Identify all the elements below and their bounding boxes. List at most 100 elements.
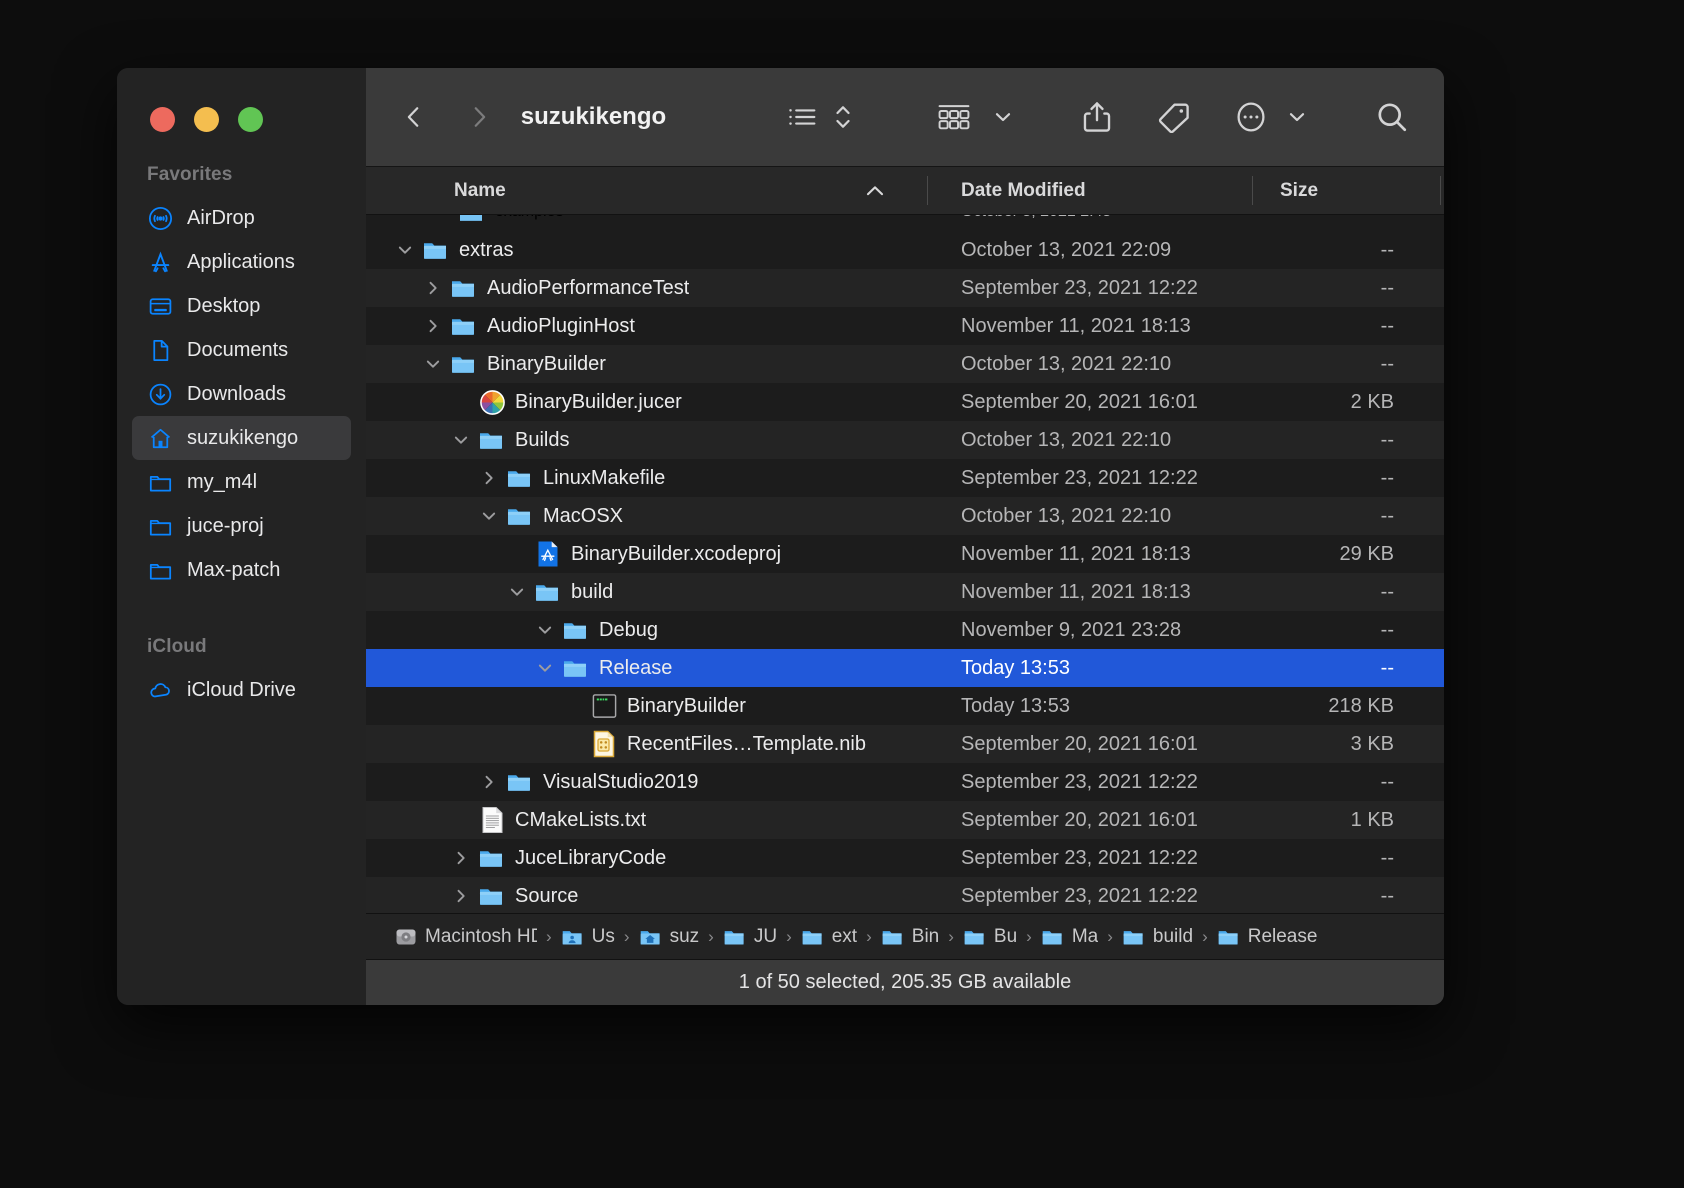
breadcrumb-item[interactable]: ext — [801, 925, 857, 949]
breadcrumb[interactable]: Macintosh HD › Us › suz › JU › ext › Bin… — [366, 913, 1444, 959]
file-date-modified: September 20, 2021 16:01 — [961, 732, 1198, 755]
breadcrumb-item[interactable]: build — [1122, 925, 1193, 949]
table-row[interactable]: BinaryBuilder Today 13:53 218 KB — [366, 687, 1444, 725]
breadcrumb-label: Macintosh HD — [425, 925, 537, 947]
sidebar-item-label: suzukikengo — [187, 426, 299, 449]
file-size: -- — [1380, 352, 1394, 375]
forward-button[interactable] — [459, 95, 498, 139]
table-row[interactable]: CMakeLists.txt September 20, 2021 16:01 … — [366, 801, 1444, 839]
breadcrumb-label: Bin — [911, 925, 940, 947]
back-button[interactable] — [394, 95, 433, 139]
table-row[interactable]: AudioPluginHost November 11, 2021 18:13 … — [366, 307, 1444, 345]
breadcrumb-item[interactable]: Bu — [963, 925, 1017, 949]
table-row-clipped[interactable]: examples October 5, 2021 2:45 — [366, 215, 1444, 231]
breadcrumb-item[interactable]: suz — [639, 925, 699, 949]
table-row[interactable]: Debug November 9, 2021 23:28 -- — [366, 611, 1444, 649]
disclosure-triangle-expanded-icon[interactable] — [504, 583, 530, 601]
breadcrumb-item[interactable]: Bin — [881, 925, 939, 949]
group-chevron-down-icon[interactable] — [988, 94, 1018, 140]
disclosure-triangle-collapsed-icon[interactable] — [420, 317, 446, 335]
finder-window: Favorites AirDrop Applications Desktop D… — [117, 68, 1444, 1005]
breadcrumb-item[interactable]: Us — [561, 925, 615, 949]
sidebar-item-desktop[interactable]: Desktop — [132, 284, 351, 328]
more-button[interactable] — [1230, 94, 1272, 140]
sidebar-item-downloads[interactable]: Downloads — [132, 372, 351, 416]
folder-icon — [1041, 925, 1065, 949]
share-button[interactable] — [1076, 94, 1118, 140]
sidebar-item-juce-proj[interactable]: juce-proj — [132, 504, 351, 548]
table-row[interactable]: extras October 13, 2021 22:09 -- — [366, 231, 1444, 269]
xcodeproj-icon — [534, 540, 562, 568]
disclosure-triangle-expanded-icon[interactable] — [532, 659, 558, 677]
column-header-date-modified[interactable]: Date Modified — [927, 167, 1252, 214]
column-header-size[interactable]: Size — [1252, 167, 1440, 214]
table-row[interactable]: BinaryBuilder.xcodeproj November 11, 202… — [366, 535, 1444, 573]
cell-name: MacOSX — [366, 502, 927, 530]
disclosure-triangle-expanded-icon[interactable] — [420, 355, 446, 373]
group-by-button[interactable] — [930, 94, 978, 140]
search-button[interactable] — [1370, 94, 1414, 140]
file-size: -- — [1380, 314, 1394, 337]
cell-name: Builds — [366, 426, 927, 454]
disclosure-triangle-collapsed-icon[interactable] — [448, 849, 474, 867]
breadcrumb-item[interactable]: Release — [1217, 925, 1317, 949]
more-chevron-down-icon[interactable] — [1282, 94, 1312, 140]
breadcrumb-item[interactable]: Ma — [1041, 925, 1098, 949]
maximize-window-button[interactable] — [238, 107, 263, 132]
column-header-name[interactable]: Name — [366, 167, 927, 214]
sidebar-item-airdrop[interactable]: AirDrop — [132, 196, 351, 240]
cell-name: Source — [366, 882, 927, 910]
table-row[interactable]: AudioPerformanceTest September 23, 2021 … — [366, 269, 1444, 307]
list-view-button[interactable] — [781, 94, 825, 140]
cell-name: Debug — [366, 616, 927, 644]
minimize-window-button[interactable] — [194, 107, 219, 132]
file-name: Debug — [599, 618, 658, 641]
file-size: -- — [1380, 504, 1394, 527]
disclosure-triangle-expanded-icon[interactable] — [476, 507, 502, 525]
file-size: -- — [1380, 428, 1394, 451]
table-row[interactable]: BinaryBuilder October 13, 2021 22:10 -- — [366, 345, 1444, 383]
sidebar-item-my-m4l[interactable]: my_m4l — [132, 460, 351, 504]
disclosure-triangle-collapsed-icon[interactable] — [420, 279, 446, 297]
sidebar-item-max-patch[interactable]: Max-patch — [132, 548, 351, 592]
table-row[interactable]: LinuxMakefile September 23, 2021 12:22 -… — [366, 459, 1444, 497]
harddisk-icon — [394, 925, 418, 949]
close-window-button[interactable] — [150, 107, 175, 132]
cell-name: Release — [366, 654, 927, 682]
sort-button[interactable] — [829, 94, 857, 140]
sidebar-item-applications[interactable]: Applications — [132, 240, 351, 284]
breadcrumb-item[interactable]: JU — [723, 925, 777, 949]
sidebar-item-suzukikengo[interactable]: suzukikengo — [132, 416, 351, 460]
folder-icon — [478, 882, 506, 910]
column-header-kind[interactable] — [1440, 167, 1444, 214]
folder-icon — [450, 274, 478, 302]
disclosure-triangle-expanded-icon[interactable] — [448, 431, 474, 449]
file-list[interactable]: examples October 5, 2021 2:45 extras Oct… — [366, 215, 1444, 913]
sidebar-item-icloud-drive[interactable]: iCloud Drive — [132, 668, 351, 712]
table-row[interactable]: BinaryBuilder.jucer September 20, 2021 1… — [366, 383, 1444, 421]
table-row[interactable]: MacOSX October 13, 2021 22:10 -- — [366, 497, 1444, 535]
disclosure-triangle-collapsed-icon[interactable] — [476, 469, 502, 487]
table-row[interactable]: Builds October 13, 2021 22:10 -- — [366, 421, 1444, 459]
table-row[interactable]: build November 11, 2021 18:13 -- — [366, 573, 1444, 611]
breadcrumb-item[interactable]: Macintosh HD — [394, 925, 537, 949]
table-row[interactable]: JuceLibraryCode September 23, 2021 12:22… — [366, 839, 1444, 877]
nib-icon — [590, 730, 618, 758]
table-row[interactable]: Source September 23, 2021 12:22 -- — [366, 877, 1444, 913]
file-date-modified: Today 13:53 — [961, 694, 1070, 717]
file-date: October 5, 2021 2:45 — [927, 215, 1252, 231]
table-row[interactable]: VisualStudio2019 September 23, 2021 12:2… — [366, 763, 1444, 801]
disclosure-triangle-collapsed-icon[interactable] — [476, 773, 502, 791]
cell-name: BinaryBuilder — [366, 350, 927, 378]
sidebar-item-documents[interactable]: Documents — [132, 328, 351, 372]
tag-button[interactable] — [1152, 94, 1196, 140]
unix-executable-icon — [590, 692, 618, 720]
disclosure-triangle-collapsed-icon[interactable] — [448, 887, 474, 905]
table-row[interactable]: RecentFiles…Template.nib September 20, 2… — [366, 725, 1444, 763]
table-row[interactable]: Release Today 13:53 -- — [366, 649, 1444, 687]
folder-icon — [478, 426, 506, 454]
file-size: -- — [1380, 770, 1394, 793]
disclosure-triangle-expanded-icon[interactable] — [392, 241, 418, 259]
disclosure-triangle-expanded-icon[interactable] — [532, 621, 558, 639]
folder-icon — [562, 616, 590, 644]
